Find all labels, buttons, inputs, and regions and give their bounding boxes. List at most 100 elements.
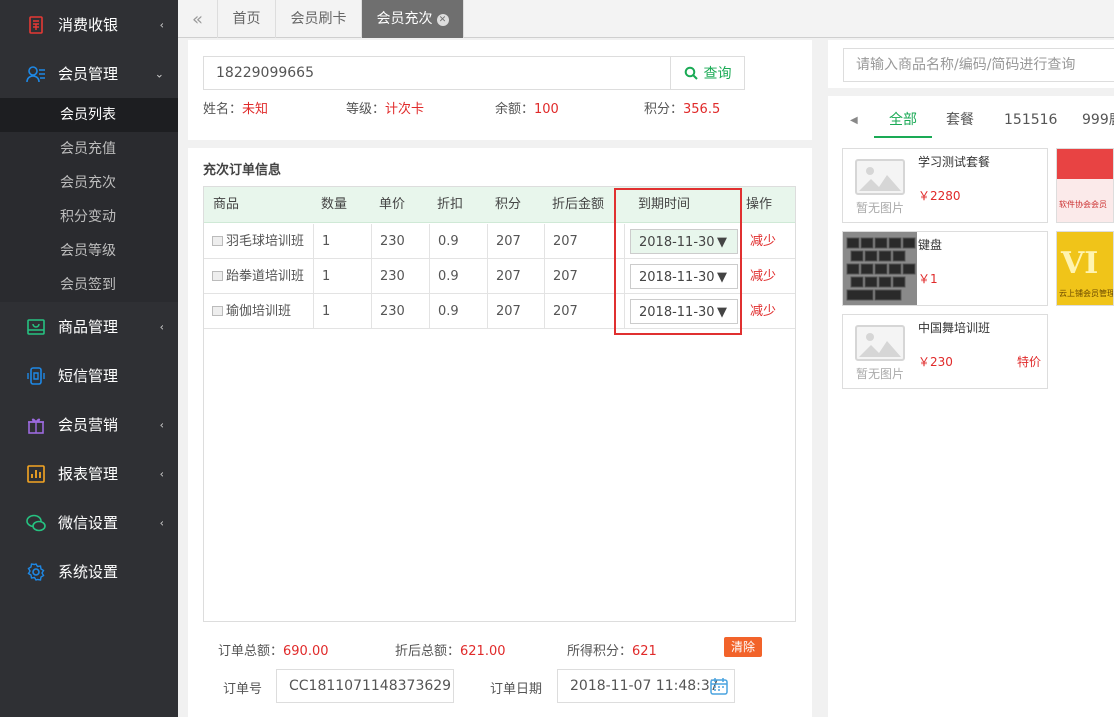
product-card[interactable]: 暂无图片 中国舞培训班 ￥230 特价: [842, 314, 1048, 389]
order-no-label: 订单号: [223, 682, 263, 697]
product-name: 中国舞培训班: [918, 321, 991, 335]
image-icon: [212, 306, 223, 316]
balance-value: 100: [534, 102, 559, 117]
image-placeholder-icon: [855, 325, 905, 361]
order-date-label: 订单日期: [490, 682, 543, 697]
order-date-value: 2018-11-07 11:48:37: [570, 678, 719, 694]
scroll-left-icon[interactable]: ◀: [850, 115, 858, 126]
member-level: 等级：计次卡: [346, 98, 424, 117]
order-info-title: 充次订单信息: [203, 163, 282, 178]
product-name: 瑜伽培训班: [226, 304, 292, 319]
product-icon: [26, 317, 46, 337]
cell-discount: 0.9: [430, 224, 488, 259]
discount-total-value: 621.00: [460, 644, 506, 659]
nav-label: 短信管理: [58, 367, 119, 385]
nav-label: 报表管理: [58, 465, 119, 483]
sub-item-points-change[interactable]: 积分变动: [0, 200, 178, 234]
product-search-input[interactable]: 请输入商品名称/编码/简码进行查询: [843, 48, 1114, 82]
member-search-input[interactable]: 18229099665: [203, 56, 671, 90]
col-points: 积分: [495, 197, 522, 212]
product-name: 键盘: [918, 238, 943, 252]
cell-qty: 1: [314, 224, 372, 259]
clear-button[interactable]: 清除: [724, 637, 762, 657]
reduce-button[interactable]: 减少: [750, 294, 776, 329]
product-card[interactable]: 暂无图片 学习测试套餐 ￥2280: [842, 148, 1048, 223]
product-price: ￥2280: [918, 189, 961, 203]
product-tab-999[interactable]: 999鹿: [1082, 104, 1114, 138]
nav-item-cashier[interactable]: 消费收银 ‹: [0, 0, 178, 49]
order-total: 订单总额：690.00: [218, 640, 329, 659]
nav-item-system-settings[interactable]: 系统设置: [0, 547, 178, 596]
cell-price: 230: [372, 224, 430, 259]
discount-total: 折后总额：621.00: [395, 640, 506, 659]
sub-item-member-recharge[interactable]: 会员充值: [0, 132, 178, 166]
member-search-panel: [188, 40, 812, 140]
cell-points: 207: [488, 294, 545, 329]
member-balance: 余额：100: [495, 98, 559, 117]
product-name: 学习测试套餐: [918, 155, 991, 169]
cell-price: 230: [372, 294, 430, 329]
chevron-left-icon: ‹: [159, 18, 164, 31]
product-price: ￥1: [918, 272, 938, 286]
chevron-left-icon: ‹: [159, 320, 164, 333]
reduce-button[interactable]: 减少: [750, 259, 776, 294]
product-card[interactable]: 键盘 ￥1: [842, 231, 1048, 306]
product-tab-all[interactable]: 全部: [874, 104, 932, 138]
sub-item-member-list[interactable]: 会员列表: [0, 98, 178, 132]
col-amount: 折后金额: [552, 197, 605, 212]
image-icon: [212, 271, 223, 281]
nav-label: 商品管理: [58, 318, 119, 336]
tab-member-swipe[interactable]: 会员刷卡: [276, 0, 362, 38]
cell-price: 230: [372, 259, 430, 294]
nav-item-marketing[interactable]: 会员营销 ‹: [0, 400, 178, 449]
nav-label: 系统设置: [58, 563, 119, 581]
no-image-text: 暂无图片: [855, 367, 904, 381]
balance-label: 余额：: [495, 102, 535, 117]
nav-item-member-mgmt[interactable]: 会员管理 ⌄: [0, 49, 178, 98]
reduce-button[interactable]: 减少: [750, 224, 776, 259]
col-discount: 折扣: [437, 197, 464, 212]
cell-amount: 207: [545, 294, 625, 329]
order-date-field[interactable]: 2018-11-07 11:48:37: [557, 669, 735, 703]
tab-home[interactable]: 首页: [218, 0, 276, 38]
points-label: 积分：: [644, 102, 684, 117]
col-qty: 数量: [321, 197, 348, 212]
nav-label: 消费收银: [58, 16, 119, 34]
search-icon: [684, 66, 698, 80]
query-button[interactable]: 查询: [670, 56, 745, 90]
gift-icon: [26, 415, 46, 435]
earned-points-label: 所得积分：: [567, 644, 633, 659]
cell-amount: 207: [545, 224, 625, 259]
tab-member-topup-count[interactable]: 会员充次 ✕: [362, 0, 464, 38]
promo-text: 云上铺会员管理: [1059, 289, 1114, 298]
sub-item-member-checkin[interactable]: 会员签到: [0, 268, 178, 302]
cell-points: 207: [488, 224, 545, 259]
image-placeholder-icon: [855, 159, 905, 195]
product-thumbnail: 暂无图片: [843, 315, 917, 388]
app-root: 消费收银 ‹ 会员管理 ⌄ 会员列表 会员充值 会员充次 积分变动 会员等级 会…: [0, 0, 1114, 717]
nav-item-wechat[interactable]: 微信设置 ‹: [0, 498, 178, 547]
chevron-left-icon: ‹: [159, 418, 164, 431]
member-submenu: 会员列表 会员充值 会员充次 积分变动 会员等级 会员签到: [0, 98, 178, 302]
nav-item-reports[interactable]: 报表管理 ‹: [0, 449, 178, 498]
order-no-field[interactable]: CC1811071148373629: [276, 669, 454, 703]
product-tab-package[interactable]: 套餐: [946, 104, 974, 138]
product-card-partial[interactable]: VI 云上铺会员管理: [1056, 231, 1114, 306]
cell-amount: 207: [545, 259, 625, 294]
product-card-partial[interactable]: 软件协会会员: [1056, 148, 1114, 223]
level-value: 计次卡: [385, 102, 425, 117]
query-label: 查询: [703, 66, 732, 82]
product-tab-151516[interactable]: 151516: [1004, 104, 1057, 138]
nav-label: 会员营销: [58, 416, 119, 434]
earned-points: 所得积分：621: [567, 640, 657, 659]
receipt-icon: [26, 15, 46, 35]
close-icon[interactable]: ✕: [436, 14, 449, 26]
sub-item-member-topup-count[interactable]: 会员充次: [0, 166, 178, 200]
nav-label: 会员管理: [58, 65, 119, 83]
sub-item-member-level[interactable]: 会员等级: [0, 234, 178, 268]
nav-item-sms-mgmt[interactable]: 短信管理: [0, 351, 178, 400]
calendar-icon[interactable]: [710, 677, 728, 695]
cell-discount: 0.9: [430, 294, 488, 329]
nav-item-product-mgmt[interactable]: 商品管理 ‹: [0, 302, 178, 351]
collapse-tabs-button[interactable]: «: [178, 0, 218, 38]
